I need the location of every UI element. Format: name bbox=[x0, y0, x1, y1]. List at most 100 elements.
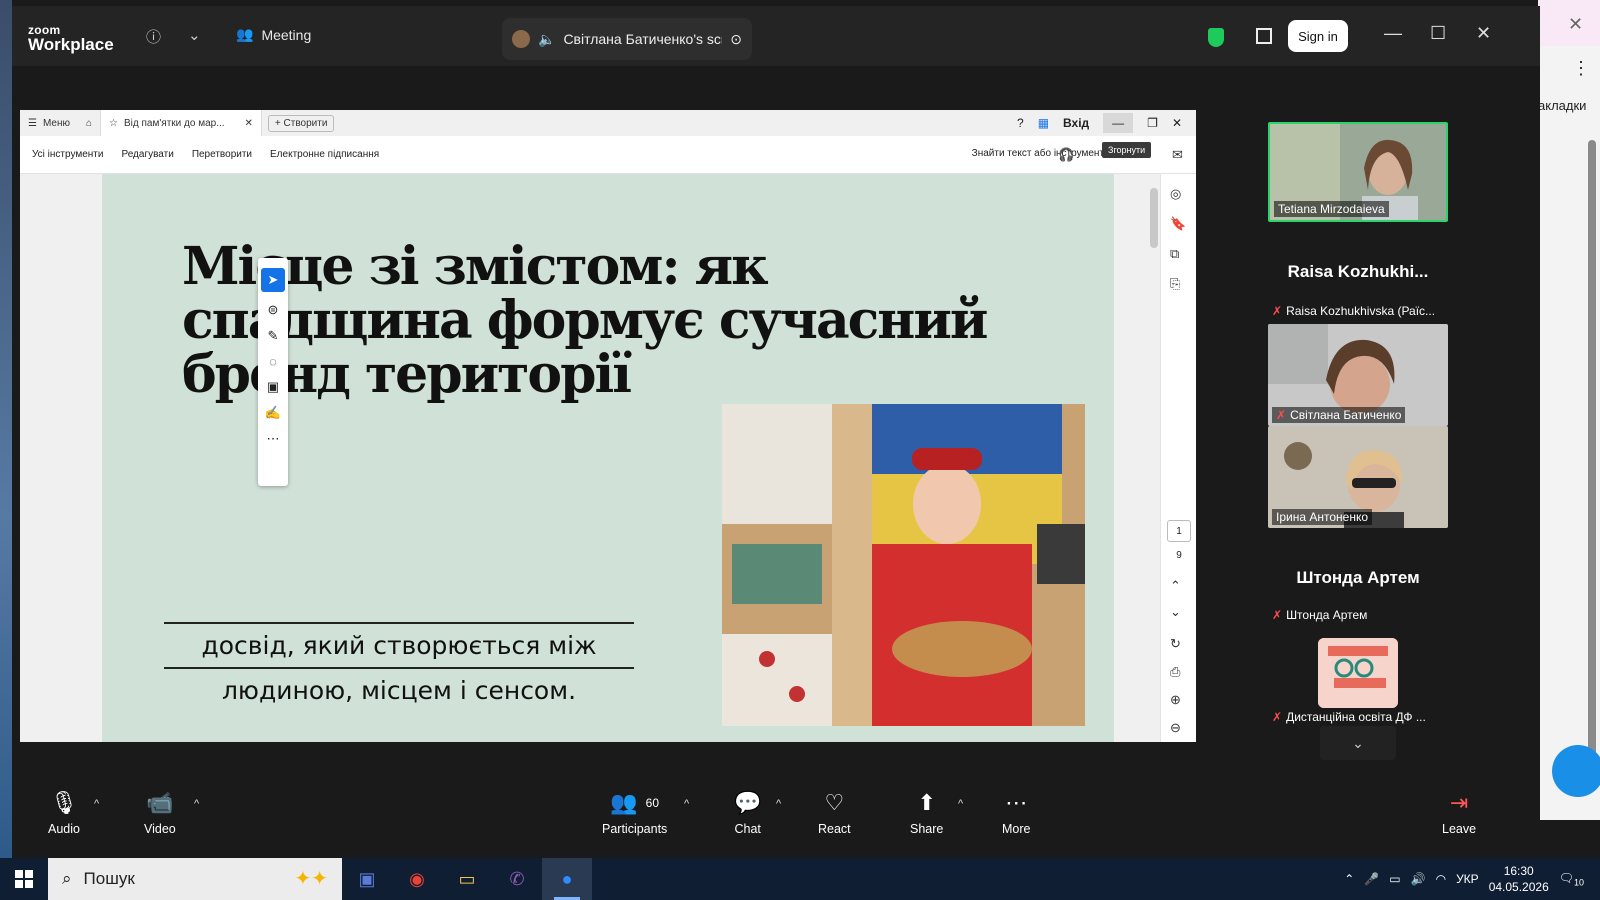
chevron-up-icon[interactable]: ⌃ bbox=[1344, 872, 1354, 886]
pen-tool-icon[interactable]: ✎ bbox=[268, 328, 279, 344]
chat-button[interactable]: 💬 Chat bbox=[734, 790, 761, 836]
sign-in-button[interactable]: Sign in bbox=[1288, 20, 1348, 52]
pdf-restore-icon[interactable]: ❐ bbox=[1147, 116, 1158, 130]
headphones-icon[interactable]: 🎧 bbox=[1058, 147, 1074, 163]
video-button[interactable]: 📹 Video bbox=[144, 790, 176, 836]
participant-strip-distance[interactable]: ✗ Дистанційна освіта ДФ ... bbox=[1268, 710, 1448, 724]
participants-options-caret-icon[interactable]: ^ bbox=[684, 798, 689, 810]
meeting-button[interactable]: 👥 Meeting bbox=[236, 26, 311, 43]
more-options-icon[interactable]: ⊙ bbox=[730, 31, 742, 48]
toolbar-all-tools[interactable]: Усі інструменти bbox=[32, 149, 103, 160]
view-layout-icon[interactable] bbox=[1256, 28, 1272, 44]
zoom-in-icon[interactable]: ⊕ bbox=[1170, 692, 1181, 708]
tab-close-icon[interactable]: ✕ bbox=[245, 118, 253, 129]
text-box-tool-icon[interactable]: ▣ bbox=[267, 379, 279, 395]
pdf-menu-button[interactable]: ☰ Меню bbox=[20, 110, 78, 136]
create-label: Створити bbox=[283, 117, 328, 129]
participant-name-text: Світлана Батиченко bbox=[1290, 408, 1402, 422]
taskbar-app-explorer[interactable]: ▭ bbox=[442, 858, 492, 900]
speaker-name-text: Tetiana Mirzodaieva bbox=[1278, 202, 1385, 216]
page-view-icon[interactable]: ⎙ bbox=[1170, 664, 1180, 680]
taskbar-app-chrome[interactable]: ◉ bbox=[392, 858, 442, 900]
leave-button[interactable]: ⇥ Leave bbox=[1442, 790, 1476, 836]
taskbar-app-save[interactable]: ▣ bbox=[342, 858, 392, 900]
sign-tool-icon[interactable]: ✍ bbox=[265, 405, 281, 421]
pdf-close-icon[interactable]: ✕ bbox=[1172, 116, 1182, 130]
toolbar-e-sign[interactable]: Електронне підписання bbox=[270, 149, 379, 160]
taskbar-app-viber[interactable]: ✆ bbox=[492, 858, 542, 900]
more-vertical-icon[interactable]: ⋮ bbox=[1572, 58, 1590, 79]
wifi-icon[interactable]: ◠ bbox=[1436, 872, 1446, 886]
lasso-tool-icon[interactable]: ◌ bbox=[269, 354, 277, 369]
participant-tile-svitlana[interactable]: ✗ Світлана Батиченко bbox=[1268, 324, 1448, 426]
more-button[interactable]: ⋯ More bbox=[1002, 790, 1030, 836]
apps-grid-icon[interactable]: ▦ bbox=[1038, 116, 1049, 130]
audio-options-caret-icon[interactable]: ^ bbox=[94, 798, 99, 810]
participant-strip-artem[interactable]: ✗ Штонда Артем bbox=[1268, 608, 1448, 622]
zoom-out-icon[interactable]: ⊖ bbox=[1170, 720, 1181, 736]
show-more-participants-button[interactable]: ⌄ bbox=[1320, 726, 1396, 760]
encryption-shield-icon[interactable] bbox=[1208, 28, 1224, 47]
rotate-icon[interactable]: ↻ bbox=[1170, 636, 1181, 652]
close-icon[interactable]: ✕ bbox=[1568, 14, 1583, 35]
language-indicator[interactable]: УКР bbox=[1456, 872, 1479, 886]
save-icon: ▣ bbox=[358, 868, 376, 889]
react-button[interactable]: ♡ React bbox=[818, 790, 851, 836]
screen-share-indicator[interactable]: 🔈 Світлана Батиченко's screen ⊙ bbox=[502, 18, 752, 60]
help-icon[interactable]: ? bbox=[1017, 116, 1024, 130]
taskbar-clock[interactable]: 16:30 04.05.2026 bbox=[1489, 863, 1549, 895]
participants-button[interactable]: 👥 60 Participants bbox=[602, 790, 667, 836]
comment-tool-icon[interactable]: ⊜ bbox=[268, 302, 279, 318]
login-button[interactable]: Вхід bbox=[1063, 116, 1089, 130]
notifications-icon[interactable]: 🗨10 bbox=[1559, 871, 1584, 887]
mail-icon[interactable]: ✉ bbox=[1172, 147, 1183, 163]
volume-icon[interactable]: 🔊 bbox=[1411, 872, 1426, 886]
bookmark-icon[interactable]: 🔖 bbox=[1170, 216, 1186, 232]
participant-tile-iryna[interactable]: Ірина Антоненко bbox=[1268, 426, 1448, 528]
start-button[interactable] bbox=[0, 870, 48, 888]
battery-icon[interactable]: ▭ bbox=[1389, 872, 1400, 886]
more-tools-icon[interactable]: ⋯ bbox=[267, 431, 280, 447]
select-tool-icon[interactable]: ➤ bbox=[261, 268, 285, 292]
toolbar-edit[interactable]: Редагувати bbox=[121, 149, 173, 160]
react-label: React bbox=[818, 822, 851, 836]
share-button[interactable]: ⬆ Share bbox=[910, 790, 943, 836]
taskbar-app-zoom[interactable]: ● bbox=[542, 858, 592, 900]
tab-title: Від пам'ятки до мар... bbox=[124, 117, 225, 129]
share-options-caret-icon[interactable]: ^ bbox=[958, 798, 963, 810]
chevron-up-icon[interactable]: ⌃ bbox=[1170, 578, 1181, 594]
video-options-caret-icon[interactable]: ^ bbox=[194, 798, 199, 810]
chat-options-caret-icon[interactable]: ^ bbox=[776, 798, 781, 810]
pdf-minimize-icon[interactable]: — bbox=[1103, 113, 1134, 133]
microphone-icon[interactable]: 🎤 bbox=[1364, 872, 1379, 886]
floating-action-button[interactable] bbox=[1552, 745, 1600, 797]
browser-scrollbar[interactable] bbox=[1588, 140, 1596, 770]
home-button[interactable]: ⌂ bbox=[78, 110, 100, 136]
participant-name: Ірина Антоненко bbox=[1272, 509, 1372, 525]
windows-taskbar: ⌕ Пошук ✦✦ ▣ ◉ ▭ ✆ ● ⌃ 🎤 ▭ 🔊 ◠ УКР 16:30… bbox=[0, 858, 1600, 900]
notification-count: 10 bbox=[1573, 877, 1584, 888]
clock-time: 16:30 bbox=[1503, 864, 1534, 878]
participant-strip-raisa[interactable]: ✗ Raisa Kozhukhivska (Раїс... bbox=[1268, 304, 1448, 318]
info-icon[interactable]: ⓘ bbox=[146, 26, 161, 47]
audio-button[interactable]: 🎙 Audio bbox=[48, 790, 80, 836]
chevron-down-icon[interactable]: ⌄ bbox=[188, 26, 201, 44]
attachment-icon[interactable]: ⎘ bbox=[1170, 276, 1180, 292]
maximize-icon[interactable]: ☐ bbox=[1430, 23, 1446, 44]
page-number-input[interactable]: 1 bbox=[1167, 520, 1191, 542]
create-button[interactable]: + Створити bbox=[267, 114, 335, 132]
taskbar-search[interactable]: ⌕ Пошук ✦✦ bbox=[48, 858, 342, 900]
copy-pages-icon[interactable]: ⧉ bbox=[1170, 246, 1179, 262]
chevron-down-icon[interactable]: ⌄ bbox=[1170, 604, 1181, 620]
distance-learning-avatar bbox=[1318, 638, 1398, 708]
zoom-app-icon: ● bbox=[561, 868, 573, 889]
close-window-icon[interactable]: ✕ bbox=[1476, 23, 1491, 44]
pdf-scrollbar[interactable] bbox=[1148, 174, 1160, 742]
toolbar-convert[interactable]: Перетворити bbox=[192, 149, 252, 160]
scroll-thumb[interactable] bbox=[1150, 188, 1158, 248]
ai-assistant-icon[interactable]: ◎ bbox=[1170, 186, 1181, 202]
minimize-icon[interactable]: — bbox=[1384, 23, 1402, 44]
pdf-document-tab[interactable]: ☆ Від пам'ятки до мар... ✕ bbox=[100, 110, 262, 136]
windows-logo-icon bbox=[15, 870, 33, 888]
active-speaker-tile[interactable]: Tetiana Mirzodaieva bbox=[1268, 122, 1448, 222]
